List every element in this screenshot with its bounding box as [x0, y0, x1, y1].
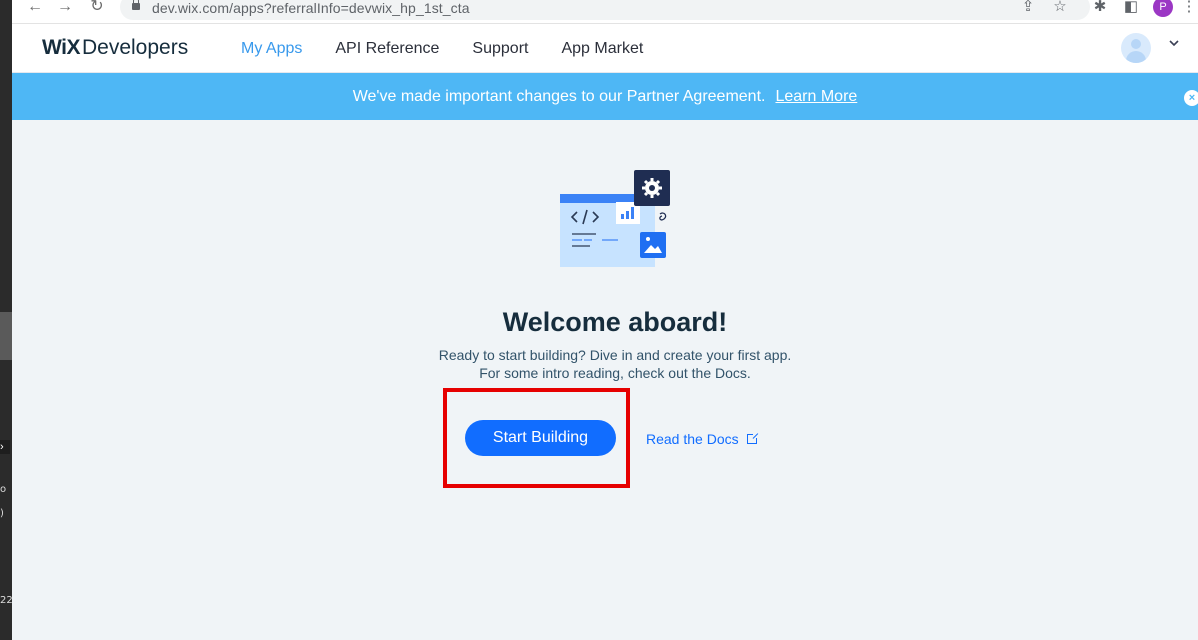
profile-avatar[interactable]: P — [1153, 0, 1173, 17]
read-the-docs-link[interactable]: Read the Docs — [646, 431, 759, 447]
user-avatar[interactable] — [1121, 33, 1151, 63]
back-icon[interactable]: ← — [26, 0, 44, 18]
chevron-down-icon[interactable] — [1167, 36, 1181, 50]
logo-wix: WiX — [42, 36, 80, 59]
edge-glyph: o — [0, 484, 7, 495]
banner-text: We've made important changes to our Part… — [352, 88, 766, 105]
reload-icon[interactable]: ↻ — [88, 0, 106, 18]
site-header: WiXDevelopers My Apps API Reference Supp… — [12, 25, 1198, 73]
logo-developers: Developers — [81, 36, 189, 59]
browser-toolbar: ← → ↻ dev.wix.com/apps?referralInfo=devw… — [12, 0, 1198, 24]
nav-api-reference[interactable]: API Reference — [335, 40, 439, 58]
learn-more-link[interactable]: Learn More — [775, 88, 857, 105]
menu-icon[interactable]: ⋮ — [1180, 0, 1198, 18]
edge-chevron-icon: › — [0, 440, 10, 454]
edge-number: 22 — [0, 595, 13, 606]
welcome-text-line-2: For some intro reading, check out the Do… — [479, 365, 751, 381]
address-bar[interactable]: dev.wix.com/apps?referralInfo=devwix_hp_… — [120, 0, 1090, 20]
external-link-icon — [746, 432, 759, 444]
nav-support[interactable]: Support — [472, 40, 528, 58]
developer-illustration — [560, 170, 670, 267]
welcome-title: Welcome aboard! — [502, 307, 728, 337]
sidepanel-icon[interactable]: ◧ — [1122, 0, 1140, 18]
extensions-icon[interactable]: ✱ — [1091, 0, 1109, 18]
announcement-banner: We've made important changes to our Part… — [12, 73, 1198, 120]
start-building-button[interactable]: Start Building — [465, 420, 616, 456]
edge-glyph: ) — [0, 508, 4, 519]
wix-developers-logo[interactable]: WiXDevelopers — [42, 36, 188, 60]
main-content: Welcome aboard! Ready to start building?… — [12, 120, 1198, 640]
nav-my-apps[interactable]: My Apps — [241, 40, 302, 58]
share-icon[interactable]: ⇪ — [1019, 0, 1037, 18]
gear-icon — [634, 170, 670, 206]
read-the-docs-label: Read the Docs — [646, 431, 739, 447]
star-icon[interactable]: ☆ — [1051, 0, 1069, 18]
avatar-head — [1131, 39, 1141, 49]
edge-button — [0, 312, 12, 360]
forward-icon[interactable]: → — [56, 0, 74, 18]
url-text[interactable]: dev.wix.com/apps?referralInfo=devwix_hp_… — [152, 0, 470, 16]
close-icon[interactable]: × — [1184, 90, 1198, 106]
welcome-text-line-1: Ready to start building? Dive in and cre… — [438, 347, 792, 363]
background-window-edge: › o ) 22 — [0, 0, 13, 640]
nav-app-market[interactable]: App Market — [561, 40, 643, 58]
banner-message: We've made important changes to our Part… — [12, 88, 1198, 106]
avatar-body — [1126, 51, 1146, 63]
lock-icon[interactable] — [132, 0, 140, 10]
image-icon — [640, 232, 666, 258]
main-nav: My Apps API Reference Support App Market — [241, 40, 676, 58]
